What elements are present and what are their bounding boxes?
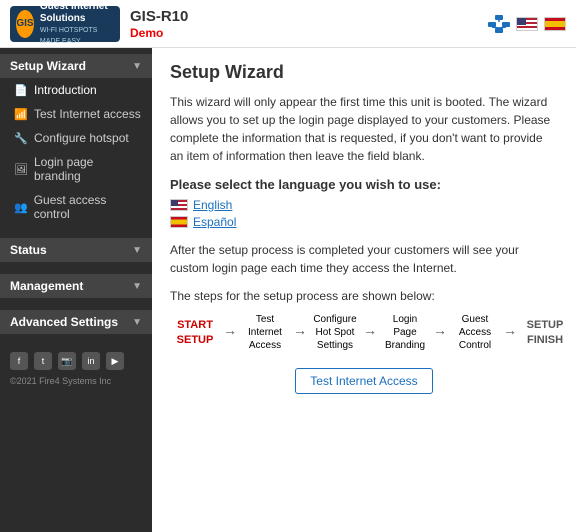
- step-configure-hotspot: ConfigureHot SpotSettings: [310, 313, 360, 352]
- header-left: GIS Guest Internet Solutions WI-FI HOTSP…: [10, 6, 188, 42]
- arrow-5: →: [503, 322, 517, 344]
- youtube-icon[interactable]: ▶: [106, 352, 124, 370]
- sidebar-item-guest-access[interactable]: 👥 Guest access control: [0, 188, 152, 226]
- flag-es[interactable]: [544, 17, 566, 31]
- header: GIS Guest Internet Solutions WI-FI HOTSP…: [0, 0, 576, 48]
- sidebar-item-configure-hotspot[interactable]: 🔧 Configure hotspot: [0, 126, 152, 150]
- wifi-icon: 📶: [14, 108, 28, 121]
- social-icons: f t 📷 in ▶: [10, 352, 142, 370]
- step-guest-label: GuestAccessControl: [459, 313, 491, 352]
- sidebar-section-management: Management ▼: [0, 268, 152, 304]
- wrench-icon: 🔧: [14, 132, 28, 145]
- step-test-internet: TestInternetAccess: [240, 313, 290, 352]
- sidebar-item-introduction[interactable]: 📄 Introduction: [0, 78, 152, 102]
- logo-text: Guest Internet Solutions WI-FI HOTSPOTS …: [40, 1, 114, 46]
- device-mode: Demo: [130, 26, 163, 40]
- step-guest-access: GuestAccessControl: [450, 313, 500, 352]
- sidebar-title-setup[interactable]: Setup Wizard ▼: [0, 54, 152, 78]
- linkedin-icon[interactable]: in: [82, 352, 100, 370]
- chevron-down-icon: ▼: [132, 61, 142, 72]
- description-text: This wizard will only appear the first t…: [170, 93, 558, 165]
- chevron-down-icon: ▼: [132, 281, 142, 292]
- sidebar-section-setup: Setup Wizard ▼ 📄 Introduction 📶 Test Int…: [0, 48, 152, 232]
- lang-espanol[interactable]: Español: [170, 215, 558, 229]
- main-content: Setup Wizard This wizard will only appea…: [152, 48, 576, 532]
- facebook-icon[interactable]: f: [10, 352, 28, 370]
- layout: Setup Wizard ▼ 📄 Introduction 📶 Test Int…: [0, 48, 576, 532]
- lang-prompt: Please select the language you wish to u…: [170, 177, 558, 192]
- sidebar-item-test-internet[interactable]: 📶 Test Internet access: [0, 102, 152, 126]
- copyright-text: ©2021 Fire4 Systems Inc: [10, 376, 142, 386]
- step-finish-label: SETUPFINISH: [527, 318, 564, 347]
- device-info: GIS-R10 Demo: [130, 8, 188, 40]
- sidebar-section-advanced: Advanced Settings ▼: [0, 304, 152, 340]
- step-login-branding: LoginPageBranding: [380, 313, 430, 352]
- step-test-label: TestInternetAccess: [248, 313, 282, 352]
- flag-espanol-icon: [170, 216, 188, 228]
- lang-english[interactable]: English: [170, 198, 558, 212]
- after-text: After the setup process is completed you…: [170, 241, 558, 277]
- flag-us[interactable]: [516, 17, 538, 31]
- arrow-3: →: [363, 322, 377, 344]
- sidebar: Setup Wizard ▼ 📄 Introduction 📶 Test Int…: [0, 48, 152, 532]
- image-icon: 🖼: [14, 163, 28, 176]
- document-icon: 📄: [14, 84, 28, 97]
- test-btn-container: Test Internet Access: [170, 368, 558, 394]
- arrow-2: →: [293, 322, 307, 344]
- step-start: STARTSETUP: [170, 318, 220, 347]
- step-finish: SETUPFINISH: [520, 318, 570, 347]
- logo: GIS Guest Internet Solutions WI-FI HOTSP…: [10, 6, 120, 42]
- step-login-label: LoginPageBranding: [385, 313, 425, 352]
- sidebar-title-advanced[interactable]: Advanced Settings ▼: [0, 310, 152, 334]
- chevron-down-icon: ▼: [132, 245, 142, 256]
- device-name: GIS-R10: [130, 8, 188, 25]
- test-internet-access-button[interactable]: Test Internet Access: [295, 368, 432, 394]
- header-icons: [488, 15, 566, 33]
- network-icon[interactable]: [488, 15, 510, 33]
- sidebar-title-management[interactable]: Management ▼: [0, 274, 152, 298]
- chevron-down-icon: ▼: [132, 317, 142, 328]
- sidebar-section-status: Status ▼: [0, 232, 152, 268]
- steps-flow: STARTSETUP → TestInternetAccess → Config…: [170, 313, 558, 352]
- flag-english-icon: [170, 199, 188, 211]
- page-title: Setup Wizard: [170, 62, 558, 83]
- sidebar-title-status[interactable]: Status ▼: [0, 238, 152, 262]
- step-configure-label: ConfigureHot SpotSettings: [313, 313, 356, 352]
- arrow-1: →: [223, 322, 237, 344]
- espanol-link[interactable]: Español: [193, 215, 236, 229]
- english-link[interactable]: English: [193, 198, 232, 212]
- twitter-icon[interactable]: t: [34, 352, 52, 370]
- logo-icon: GIS: [16, 10, 34, 38]
- sidebar-item-login-branding[interactable]: 🖼 Login page branding: [0, 150, 152, 188]
- sidebar-footer: f t 📷 in ▶ ©2021 Fire4 Systems Inc: [0, 340, 152, 394]
- steps-label: The steps for the setup process are show…: [170, 289, 558, 303]
- arrow-4: →: [433, 322, 447, 344]
- users-icon: 👥: [14, 201, 28, 214]
- instagram-icon[interactable]: 📷: [58, 352, 76, 370]
- step-start-label: STARTSETUP: [177, 318, 214, 347]
